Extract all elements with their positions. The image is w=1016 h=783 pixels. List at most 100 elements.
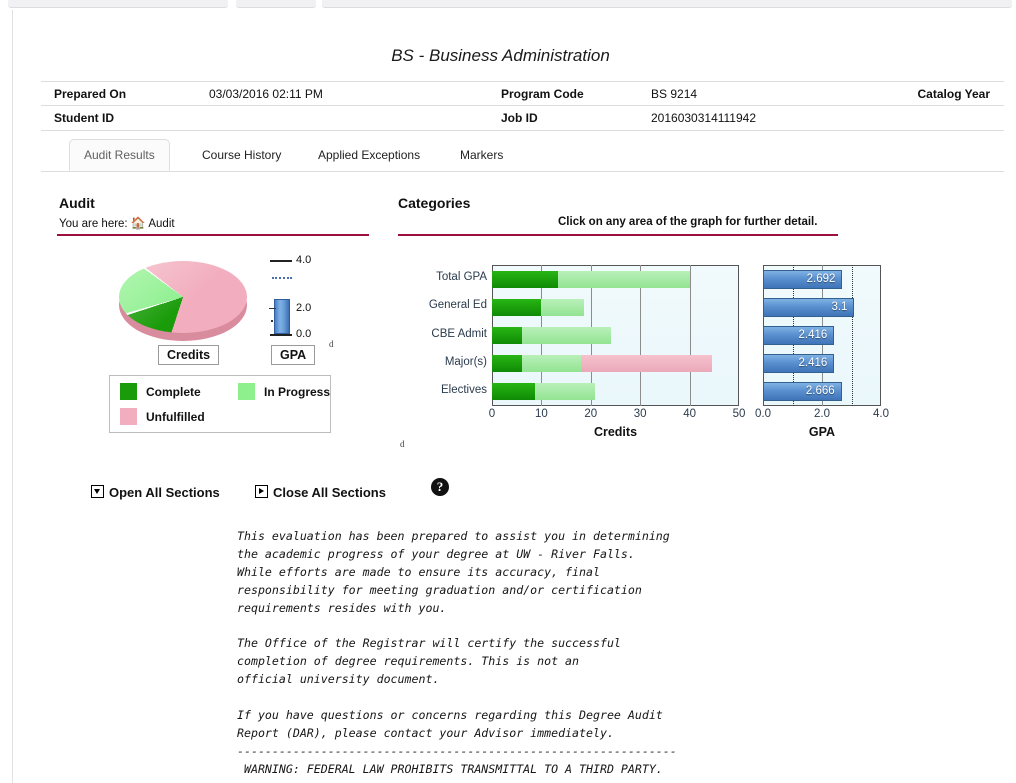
credits-gridline xyxy=(689,265,691,406)
thermometer-mid-tick xyxy=(269,308,276,309)
tab-markers[interactable]: Markers xyxy=(446,140,517,171)
broken-image-glyph: d xyxy=(400,439,405,449)
thermometer-mid-label: 2.0 xyxy=(296,302,312,314)
close-all-sections-button[interactable]: Close All Sections xyxy=(255,485,386,500)
credits-bar[interactable] xyxy=(492,383,595,401)
credits-x-tick: 50 xyxy=(732,408,746,420)
page-title: BS - Business Administration xyxy=(391,46,610,65)
credits-x-tick: 30 xyxy=(633,408,647,420)
header-row: Prepared On 03/03/2016 02:11 PM Program … xyxy=(41,81,1004,106)
gpa-bar[interactable]: 2.416 xyxy=(763,354,835,374)
credits-axis-title: Credits xyxy=(593,425,638,439)
tab-audit-results[interactable]: Audit Results xyxy=(69,139,170,171)
credits-x-tick: 20 xyxy=(584,408,598,420)
disclaimer-text: This evaluation has been prepared to ass… xyxy=(237,529,677,776)
categories-section-heading: Categories xyxy=(398,195,471,211)
gpa-x-tick: 2.0 xyxy=(814,408,830,420)
prepared-on-value: 03/03/2016 02:11 PM xyxy=(209,87,323,101)
credits-bar-segment-in-progress[interactable] xyxy=(558,270,690,288)
header-row: Student ID Job ID 2016030314111942 xyxy=(41,106,1004,131)
tab-bar: Audit Results Course History Applied Exc… xyxy=(41,138,1004,172)
thermometer-min-label: 0.0 xyxy=(296,328,312,340)
browser-tab-chip[interactable] xyxy=(236,0,316,8)
gpa-bar[interactable]: 3.1 xyxy=(763,297,855,317)
prepared-on-label: Prepared On xyxy=(54,87,127,101)
credits-category-label: CBE Admit xyxy=(431,327,487,340)
legend-item-complete: Complete xyxy=(120,383,201,400)
gpa-x-tick: 4.0 xyxy=(873,408,889,420)
audit-section-heading: Audit xyxy=(59,195,95,211)
home-icon: 🏠 xyxy=(130,216,146,230)
credits-category-label: General Ed xyxy=(428,299,487,312)
gpa-bar-chart[interactable]: 2.692 3.1 2.416 2.416 2.666 0.0 2.0 4.0 GPA xyxy=(755,262,890,439)
credits-bar-segment-unfulfilled[interactable] xyxy=(580,355,713,373)
credits-bar-segment-complete[interactable] xyxy=(492,383,536,401)
breadcrumb-prefix: You are here: xyxy=(59,218,128,230)
thermometer-fill xyxy=(274,299,290,334)
browser-tab-chip[interactable] xyxy=(322,0,1012,8)
job-id-label: Job ID xyxy=(501,111,538,125)
browser-tab-strip xyxy=(0,0,1016,9)
close-all-sections-label: Close All Sections xyxy=(273,485,386,500)
credits-category-label: Electives xyxy=(440,383,487,396)
credits-x-tick: 0 xyxy=(488,408,496,420)
legend-swatch-complete xyxy=(120,383,137,400)
tab-course-history[interactable]: Course History xyxy=(188,140,295,171)
program-code-label: Program Code xyxy=(501,87,584,101)
credits-bar-chart[interactable]: Total GPA General Ed CBE Admit Major(s) Elec… xyxy=(425,262,746,439)
open-all-sections-label: Open All Sections xyxy=(109,485,220,500)
collapse-all-icon xyxy=(255,485,268,498)
pie-face xyxy=(119,261,247,333)
credits-category-label: Major(s) xyxy=(444,355,487,368)
legend-label-in-progress: In Progress xyxy=(264,384,331,399)
graph-hint-text: Click on any area of the graph for furth… xyxy=(558,216,818,228)
pie-legend: Complete In Progress Unfulfilled xyxy=(109,375,331,433)
credits-bar-segment-complete[interactable] xyxy=(492,298,542,316)
credits-bar-segment-in-progress[interactable] xyxy=(535,383,595,401)
credits-bar[interactable] xyxy=(492,355,713,373)
credits-x-tick: 10 xyxy=(534,408,548,420)
credits-bar-segment-in-progress[interactable] xyxy=(541,298,584,316)
gpa-x-tick: 0.0 xyxy=(755,408,771,420)
job-id-value: 2016030314111942 xyxy=(651,111,756,125)
gpa-axis-title: GPA xyxy=(808,425,836,439)
student-id-label: Student ID xyxy=(54,111,114,125)
thermometer-dotted-marker xyxy=(272,277,292,279)
credits-bar-segment-complete[interactable] xyxy=(492,270,559,288)
breadcrumb-current[interactable]: Audit xyxy=(148,218,174,230)
gpa-bar[interactable]: 2.666 xyxy=(763,382,842,402)
credits-bar-segment-complete[interactable] xyxy=(492,355,522,373)
breadcrumb: You are here: 🏠 Audit xyxy=(59,216,175,230)
gpa-chart-caption[interactable]: GPA xyxy=(271,345,316,365)
credits-bar-segment-in-progress[interactable] xyxy=(522,327,612,344)
credits-chart-caption[interactable]: Credits xyxy=(158,345,220,365)
credits-bar-segment-in-progress[interactable] xyxy=(521,355,581,373)
gpa-gridline-dotted xyxy=(851,265,853,406)
credits-bar[interactable] xyxy=(492,270,690,288)
open-all-sections-button[interactable]: Open All Sections xyxy=(91,485,220,500)
credits-category-label: Total GPA xyxy=(436,271,487,284)
expand-all-icon xyxy=(91,485,104,498)
gpa-bar[interactable]: 2.416 xyxy=(763,326,835,345)
tab-applied-exceptions[interactable]: Applied Exceptions xyxy=(304,140,434,171)
legend-item-unfulfilled: Unfulfilled xyxy=(120,408,205,425)
credits-x-tick: 40 xyxy=(683,408,696,420)
credits-bar[interactable] xyxy=(492,298,584,316)
help-question-icon[interactable]: ? xyxy=(431,478,449,496)
broken-image-glyph: d xyxy=(329,339,334,349)
credits-bar-segment-complete[interactable] xyxy=(492,327,523,344)
audit-section-divider xyxy=(57,234,369,236)
credits-pie-chart[interactable] xyxy=(113,255,253,345)
legend-label-complete: Complete xyxy=(146,384,201,399)
legend-swatch-in-progress xyxy=(238,383,255,400)
legend-label-unfulfilled: Unfulfilled xyxy=(146,409,205,424)
credits-bar[interactable] xyxy=(492,327,612,344)
thermometer-minor-tick xyxy=(271,320,273,322)
gpa-thermometer[interactable]: 4.0 2.0 0.0 xyxy=(268,254,338,342)
gpa-bar[interactable]: 2.692 xyxy=(763,269,843,289)
categories-section-divider xyxy=(398,234,838,236)
catalog-year-label: Catalog Year xyxy=(917,87,990,101)
thermometer-top-tick xyxy=(270,260,292,262)
thermometer-max-label: 4.0 xyxy=(296,254,312,266)
browser-tab-chip[interactable] xyxy=(8,0,228,8)
